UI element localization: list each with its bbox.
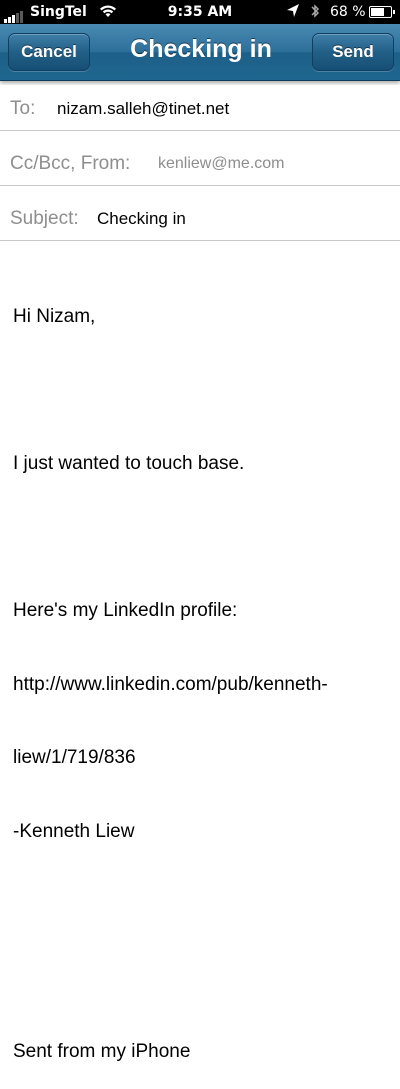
subject-input[interactable]: Checking in	[97, 209, 186, 229]
bluetooth-icon	[310, 3, 320, 23]
to-label: To:	[10, 98, 36, 119]
body-line: Sent from my iPhone	[13, 1041, 191, 1062]
body-line	[13, 379, 393, 404]
subject-label: Subject:	[10, 208, 79, 229]
subject-field[interactable]: Subject: Checking in	[0, 195, 400, 241]
to-recipient[interactable]: nizam.salleh@tinet.net	[57, 99, 229, 119]
body-line: I just wanted to touch base.	[13, 453, 245, 474]
from-address[interactable]: kenliew@me.com	[158, 155, 285, 173]
cancel-button[interactable]: Cancel	[8, 33, 90, 71]
battery-icon	[369, 6, 395, 18]
body-line: liew/1/719/836	[13, 747, 136, 768]
body-line: Hi Nizam,	[13, 306, 96, 327]
body-line: http://www.linkedin.com/pub/kenneth-	[13, 673, 328, 695]
cc-bcc-from-field[interactable]: Cc/Bcc, From: kenliew@me.com	[0, 140, 400, 186]
battery-percent: 68 %	[330, 4, 366, 20]
status-bar: SingTel 9:35 AM 68 %	[0, 0, 400, 24]
send-button[interactable]: Send	[312, 33, 394, 71]
body-line	[13, 526, 393, 551]
page-title: Checking in	[130, 35, 272, 63]
body-line: Here's my LinkedIn profile:	[13, 600, 238, 621]
body-line: -Kenneth Liew	[13, 820, 135, 842]
body-line	[13, 967, 393, 992]
navigation-bar: Cancel Checking in Send	[0, 24, 400, 81]
battery-level-fill	[371, 8, 384, 16]
location-arrow-icon	[286, 3, 300, 23]
message-body[interactable]: Hi Nizam, I just wanted to touch base. H…	[13, 256, 393, 1089]
to-field[interactable]: To: nizam.salleh@tinet.net	[0, 85, 400, 131]
body-line	[13, 893, 393, 918]
cc-bcc-from-label: Cc/Bcc, From:	[10, 153, 131, 174]
